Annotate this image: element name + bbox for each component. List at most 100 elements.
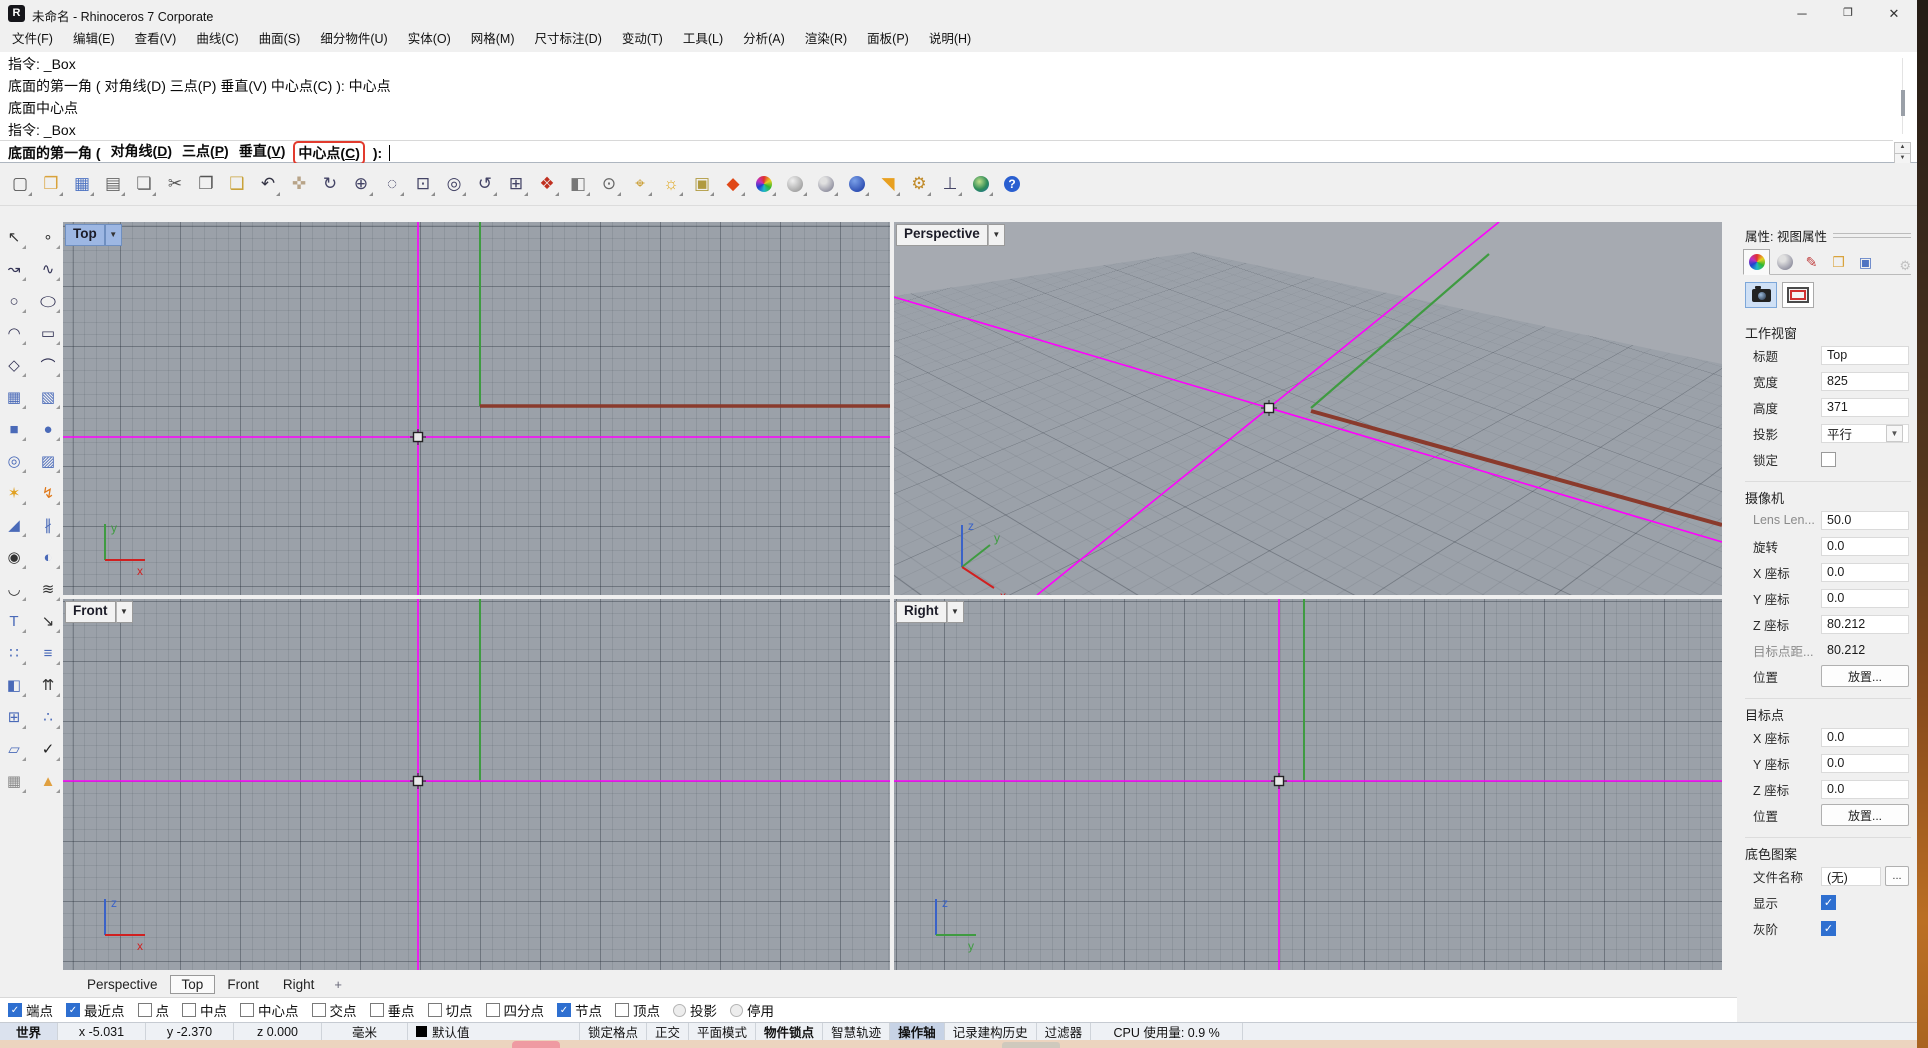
explode-icon[interactable]: ✶ [1,480,27,506]
viewport-menu-arrow-icon[interactable]: ▼ [947,601,964,623]
grayscale-checkbox[interactable] [1821,921,1836,936]
osnap-checkbox[interactable] [240,1003,254,1017]
cut-icon[interactable]: ✂ [161,170,189,198]
open-file-icon[interactable]: ❒ [37,170,65,198]
surface-points-icon[interactable]: ▦ [1,384,27,410]
osnap-checkbox[interactable] [486,1003,500,1017]
arc-icon[interactable]: ◠ [1,320,27,346]
zoom-selected-icon[interactable]: ◎ [440,170,468,198]
curve-blend-icon[interactable]: ⌒ [35,352,61,378]
osnap-checkbox[interactable] [8,1003,22,1017]
mesh-box-icon[interactable]: ▦ [1,768,27,794]
render-preview-icon[interactable]: ◧ [564,170,592,198]
viewport-menu-arrow-icon[interactable]: ▼ [116,601,133,623]
projection-dropdown[interactable]: 平行▼ [1821,424,1909,443]
prompt-option[interactable]: 垂直(V) [239,141,286,165]
osnap-checkbox[interactable] [370,1003,384,1017]
menu-item[interactable]: 曲面(S) [249,27,311,52]
prompt-option[interactable]: 三点(P) [182,141,229,165]
match-continuity-icon[interactable]: ≋ [35,576,61,602]
osnap-checkbox[interactable] [138,1003,152,1017]
viewport-tab[interactable]: Right [271,975,327,994]
menu-item[interactable]: 编辑(E) [63,27,125,52]
viewport-front[interactable]: z x Front ▼ [63,599,890,970]
menu-item[interactable]: 细分物件(U) [310,27,397,52]
surface-swing-icon[interactable]: ▧ [35,384,61,410]
status-cell[interactable]: y -2.370 [146,1023,234,1040]
osnap-toggle[interactable]: 最近点 [66,1000,125,1020]
help-icon[interactable]: ? [998,170,1026,198]
menu-item[interactable]: 说明(H) [919,27,981,52]
osnap-checkbox[interactable] [730,1004,743,1017]
viewport-label-front[interactable]: Front ▼ [65,601,133,623]
shaded-viewport-icon[interactable] [781,170,809,198]
viewport-label-top[interactable]: Top ▼ [65,224,122,246]
tab-materials[interactable] [1772,250,1797,274]
osnap-toggle[interactable]: 交点 [312,1000,357,1020]
camera-z-field[interactable]: 80.212 [1821,615,1909,634]
rendered-viewport-icon[interactable] [843,170,871,198]
boolean-union-icon[interactable]: ◉ [1,544,27,570]
menu-item[interactable]: 渲染(R) [795,27,857,52]
osnap-checkbox[interactable] [66,1003,80,1017]
status-cell[interactable]: 平面模式 [689,1023,756,1040]
print-icon[interactable]: ▤ [99,170,127,198]
osnap-toggle[interactable]: 停用 [730,1000,774,1020]
osnap-toggle[interactable]: 点 [138,1000,170,1020]
camera-properties-button[interactable] [1745,282,1777,308]
lock-checkbox[interactable] [1821,452,1836,467]
status-cell[interactable]: 物件锁点 [756,1023,823,1040]
polygon-icon[interactable]: ◇ [1,352,27,378]
status-cell[interactable]: 智慧轨迹 [823,1023,890,1040]
selection-filter-icon[interactable]: ◥ [874,170,902,198]
menu-item[interactable]: 尺寸标注(D) [525,27,612,52]
height-field[interactable]: 371 [1821,398,1909,417]
viewport-title[interactable]: Front [65,601,116,623]
osnap-toggle[interactable]: 四分点 [486,1000,545,1020]
panel-gear-icon[interactable]: ⚙ [1899,258,1911,274]
viewport-label-perspective[interactable]: Perspective ▼ [896,224,1005,246]
save-icon[interactable]: ▦ [68,170,96,198]
adjust-blend-icon[interactable]: ◡ [1,576,27,602]
viewport-label-right[interactable]: Right ▼ [896,601,964,623]
status-cell[interactable]: z 0.000 [234,1023,322,1040]
status-cell[interactable]: 正交 [647,1023,689,1040]
title-field[interactable]: Top [1821,346,1909,365]
status-cell[interactable]: 毫米 [322,1023,408,1040]
target-place-button[interactable]: 放置... [1821,804,1909,826]
viewport-perspective[interactable]: z y x Perspective ▼ [894,222,1722,595]
width-field[interactable]: 825 [1821,372,1909,391]
block-instances-icon[interactable]: ∷ [1,640,27,666]
ghosted-viewport-icon[interactable] [812,170,840,198]
extrude-icon[interactable]: ⇈ [35,672,61,698]
target-z-field[interactable]: 0.0 [1821,780,1909,799]
viewport-title[interactable]: Perspective [896,224,988,246]
command-scrollbar-thumb[interactable] [1901,90,1905,116]
document-properties-icon[interactable]: ❏ [130,170,158,198]
menu-item[interactable]: 变动(T) [612,27,673,52]
ellipse-icon[interactable]: ◯ [35,288,61,314]
viewport-tab[interactable]: Perspective [75,975,170,994]
boolean-ops-icon[interactable]: ◐ [35,544,61,570]
add-viewport-tab-icon[interactable]: + [334,977,342,992]
viewport-menu-arrow-icon[interactable]: ▼ [988,224,1005,246]
osnap-toggle[interactable]: 中心点 [240,1000,299,1020]
tab-notes[interactable]: ▣ [1853,250,1878,274]
viewport-right[interactable]: z y Right ▼ [894,599,1722,970]
options-gear-icon[interactable]: ⚙ [905,170,933,198]
cplane-icon[interactable]: ⊙ [595,170,623,198]
viewport-tab[interactable]: Top [170,975,216,994]
wallpaper-properties-button[interactable] [1782,282,1814,308]
osnap-checkbox[interactable] [428,1003,442,1017]
prompt-option[interactable]: 中心点(C) [293,141,364,165]
wallpaper-file-field[interactable]: (无) [1821,867,1881,886]
osnap-checkbox[interactable] [673,1004,686,1017]
command-area[interactable]: 指令: _Box底面的第一角 ( 对角线(D) 三点(P) 垂直(V) 中心点(… [0,52,1917,163]
target-y-field[interactable]: 0.0 [1821,754,1909,773]
color-wheel-icon[interactable] [750,170,778,198]
status-cell[interactable]: 操作轴 [890,1023,945,1040]
chevron-down-icon[interactable]: ▼ [1886,425,1903,442]
status-cell[interactable]: 锁定格点 [580,1023,647,1040]
osnap-toggle[interactable]: 投影 [673,1000,717,1020]
split-icon[interactable]: ∦ [35,512,61,538]
